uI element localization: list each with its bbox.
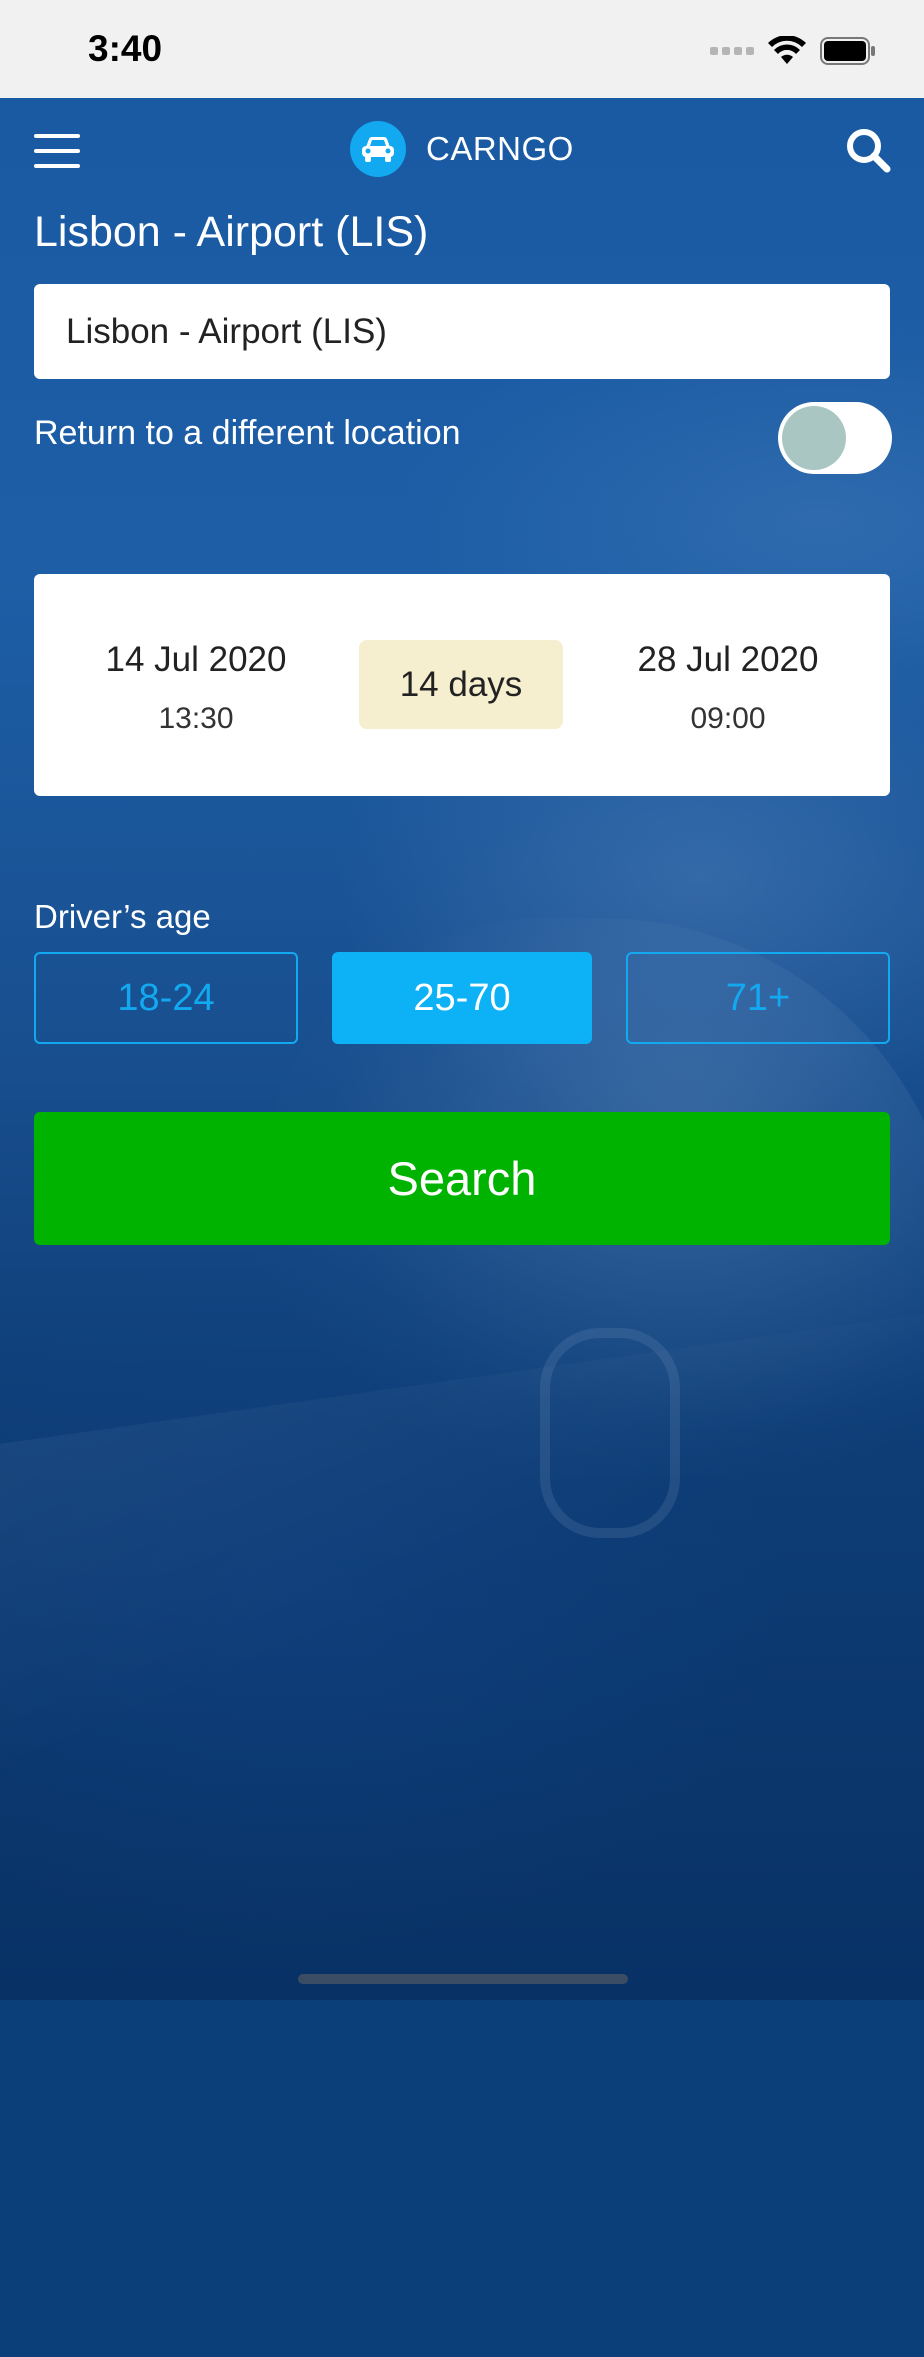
- pickup-datetime[interactable]: 14 Jul 2020 13:30: [66, 640, 326, 736]
- toggle-knob: [782, 406, 846, 470]
- dropoff-time: 09:00: [690, 702, 766, 735]
- car-icon: [350, 121, 406, 177]
- search-button[interactable]: Search: [34, 1112, 890, 1245]
- rental-duration-badge: 14 days: [359, 640, 563, 729]
- location-title: Lisbon - Airport (LIS): [34, 208, 429, 256]
- status-bar: 3:40: [0, 0, 924, 98]
- dropoff-date: 28 Jul 2020: [637, 640, 819, 679]
- date-card: 14 Jul 2020 13:30 14 days 28 Jul 2020 09…: [34, 574, 890, 796]
- battery-icon: [820, 37, 875, 65]
- app-logo: CARNGO: [350, 121, 574, 177]
- wifi-icon: [768, 36, 806, 64]
- pickup-location-field[interactable]: Lisbon - Airport (LIS): [34, 284, 890, 379]
- signal-icon: [710, 47, 754, 55]
- background-road: [0, 1298, 924, 2357]
- background-image: [0, 98, 924, 2357]
- status-time: 3:40: [88, 28, 163, 69]
- pickup-time: 13:30: [158, 702, 234, 735]
- status-icons: [710, 34, 876, 68]
- drivers-age-label: Driver’s age: [34, 898, 211, 935]
- age-option-25-70[interactable]: 25-70: [332, 952, 592, 1044]
- pickup-date: 14 Jul 2020: [105, 640, 287, 679]
- return-location-label: Return to a different location: [34, 414, 461, 452]
- search-icon[interactable]: [844, 126, 892, 174]
- brand-name: CARNGO: [426, 130, 574, 167]
- age-option-71-plus[interactable]: 71+: [626, 952, 890, 1044]
- menu-icon[interactable]: [34, 134, 80, 168]
- dropoff-datetime[interactable]: 28 Jul 2020 09:00: [598, 640, 858, 736]
- age-option-18-24[interactable]: 18-24: [34, 952, 298, 1044]
- home-indicator: [298, 1974, 628, 1984]
- return-location-toggle[interactable]: [778, 402, 892, 474]
